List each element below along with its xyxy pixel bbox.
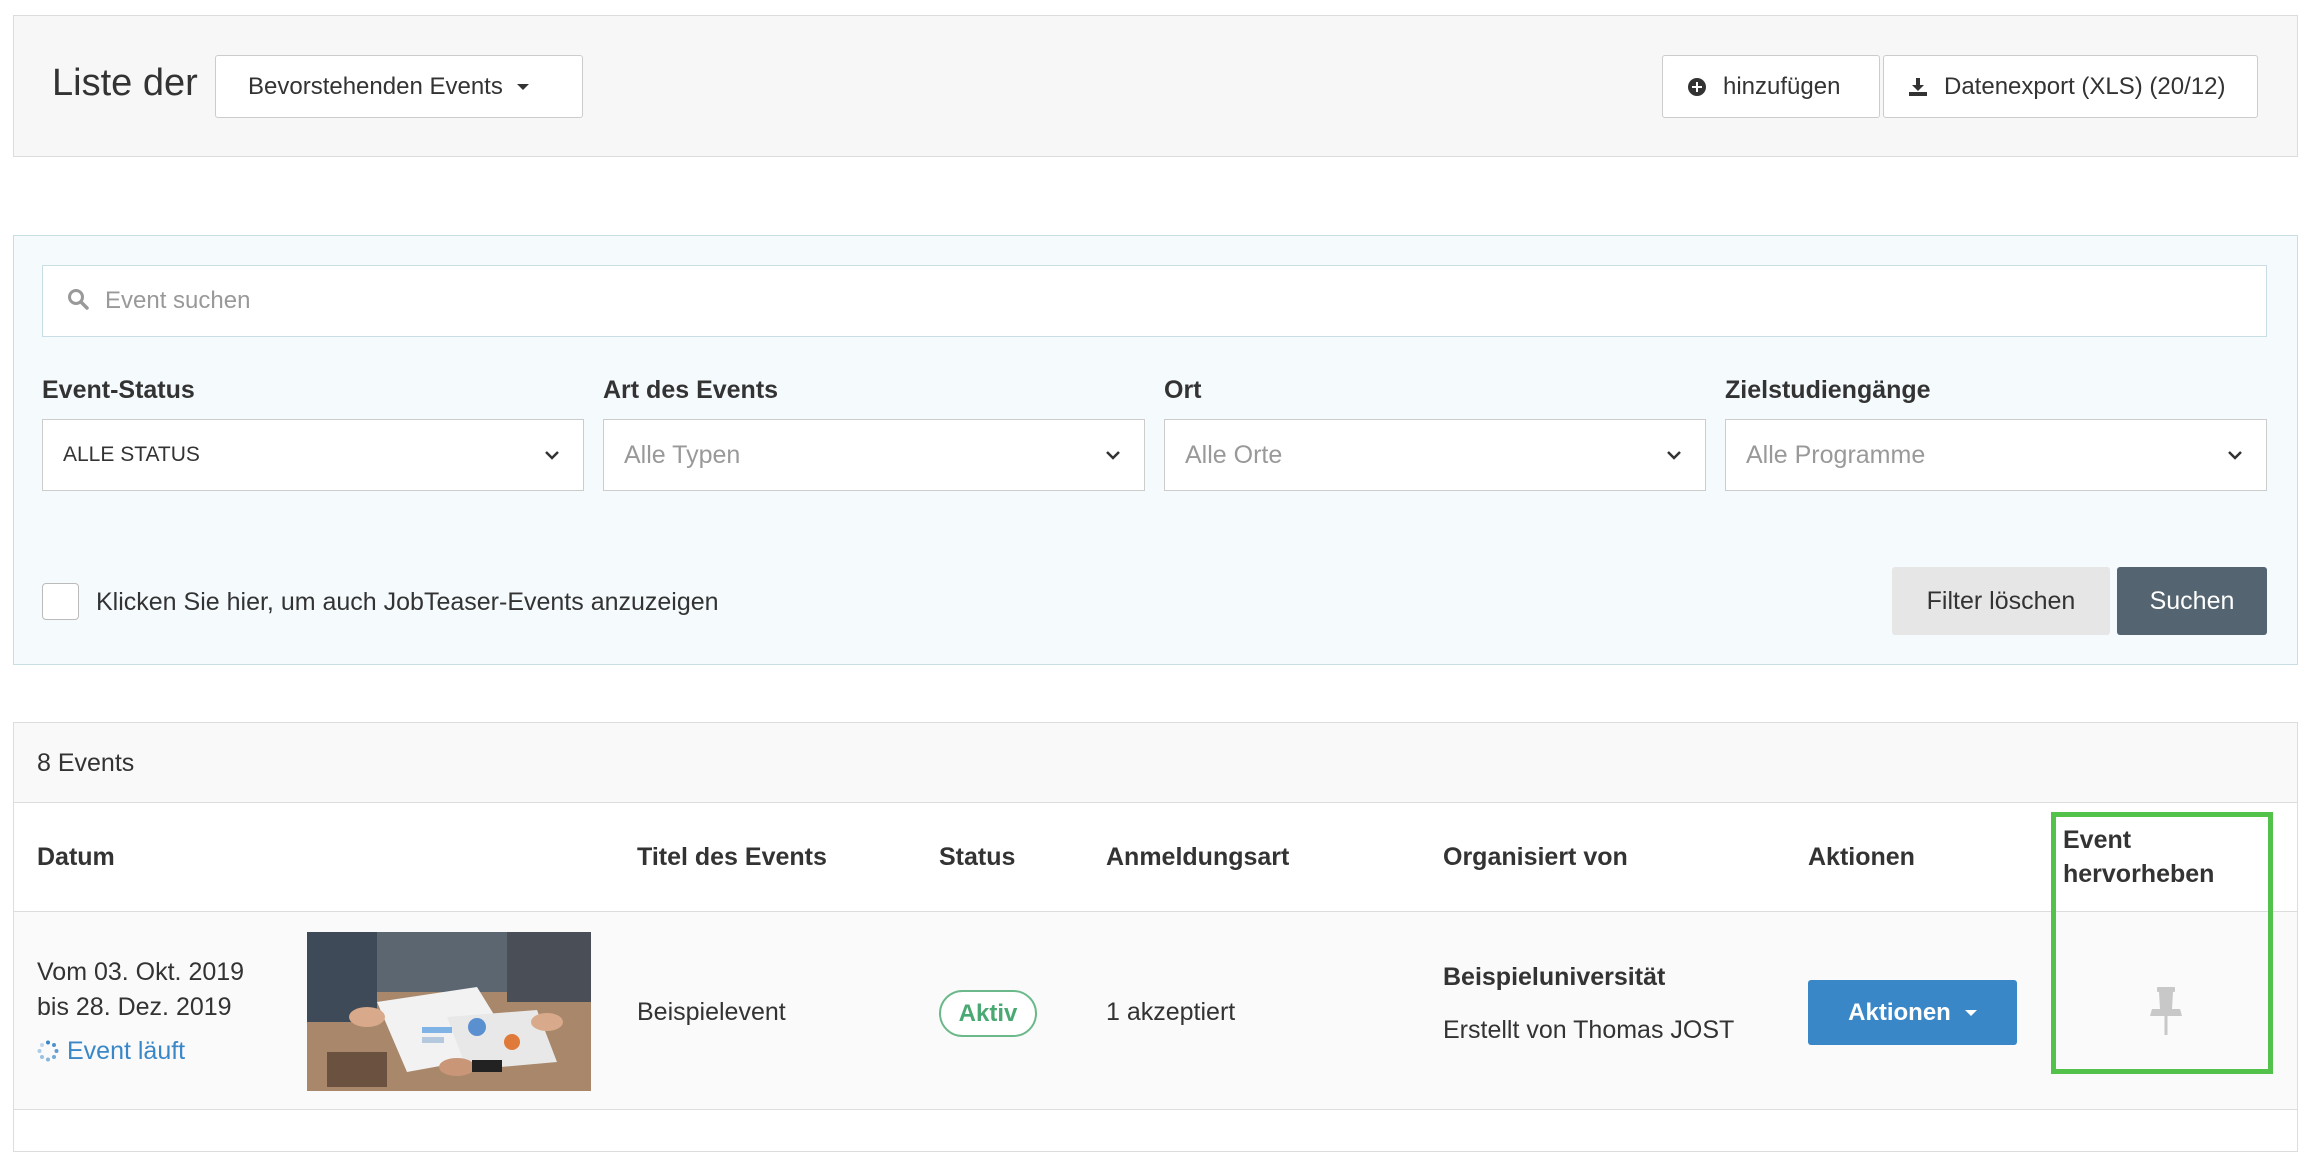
search-button[interactable]: Suchen bbox=[2117, 567, 2267, 635]
add-button-label: hinzufügen bbox=[1723, 72, 1841, 100]
column-header-organizer: Organisiert von bbox=[1443, 843, 1628, 871]
add-button[interactable]: hinzufügen bbox=[1662, 55, 1880, 118]
status-badge: Aktiv bbox=[939, 990, 1037, 1037]
page-title: Liste der bbox=[52, 62, 198, 104]
plus-circle-icon bbox=[1687, 77, 1707, 97]
pin-icon[interactable] bbox=[2148, 985, 2184, 1042]
period-select-label: Bevorstehenden Events bbox=[248, 72, 503, 100]
event-date-from: Vom 03. Okt. 2019 bbox=[37, 958, 245, 986]
reset-filters-button[interactable]: Filter löschen bbox=[1892, 567, 2110, 635]
export-button-label: Datenexport (XLS) (20/12) bbox=[1944, 72, 2226, 100]
location-select-placeholder: Alle Orte bbox=[1185, 440, 1283, 469]
event-thumbnail bbox=[307, 932, 591, 1091]
chevron-down-icon bbox=[2226, 449, 2244, 461]
chevron-down-icon bbox=[543, 449, 561, 461]
organizer-name: Beispieluniversität bbox=[1443, 963, 1666, 991]
caret-down-icon bbox=[1964, 1009, 1977, 1016]
type-select-placeholder: Alle Typen bbox=[624, 440, 741, 469]
type-filter-label: Art des Events bbox=[603, 376, 779, 404]
column-header-registration: Anmeldungsart bbox=[1106, 843, 1290, 871]
programs-select-placeholder: Alle Programme bbox=[1746, 440, 1926, 469]
search-icon bbox=[67, 288, 89, 315]
column-header-date: Datum bbox=[37, 843, 115, 871]
column-header-status: Status bbox=[939, 843, 1016, 871]
search-input[interactable] bbox=[103, 286, 2107, 316]
search-field[interactable] bbox=[42, 265, 2267, 337]
period-select[interactable]: Bevorstehenden Events bbox=[215, 55, 583, 118]
created-by: Erstellt von Thomas JOST bbox=[1443, 1016, 1735, 1044]
programs-select[interactable]: Alle Programme bbox=[1725, 419, 2267, 491]
spinner-icon bbox=[37, 1040, 59, 1062]
location-filter-label: Ort bbox=[1164, 376, 1202, 404]
events-count-bar bbox=[14, 723, 2297, 803]
actions-button-label: Aktionen bbox=[1848, 998, 1951, 1026]
jobteaser-events-checkbox[interactable] bbox=[42, 583, 79, 620]
type-select[interactable]: Alle Typen bbox=[603, 419, 1145, 491]
actions-dropdown-button[interactable]: Aktionen bbox=[1808, 980, 2017, 1045]
chevron-down-icon bbox=[1104, 449, 1122, 461]
column-header-actions: Aktionen bbox=[1808, 843, 1915, 871]
status-filter-label: Event-Status bbox=[42, 376, 195, 404]
jobteaser-events-checkbox-label[interactable]: Klicken Sie hier, um auch JobTeaser-Even… bbox=[96, 585, 719, 619]
status-select-value: ALLE STATUS bbox=[63, 443, 200, 466]
export-button[interactable]: Datenexport (XLS) (20/12) bbox=[1883, 55, 2258, 118]
event-title[interactable]: Beispielevent bbox=[637, 995, 786, 1029]
location-select[interactable]: Alle Orte bbox=[1164, 419, 1706, 491]
registration-count: 1 akzeptiert bbox=[1106, 998, 1236, 1026]
chevron-down-icon bbox=[1665, 449, 1683, 461]
event-date-to: bis 28. Dez. 2019 bbox=[37, 993, 232, 1021]
download-icon bbox=[1908, 77, 1928, 97]
event-running-status: Event läuft bbox=[37, 1034, 185, 1068]
events-count: 8 Events bbox=[37, 749, 135, 777]
programs-filter-label: Zielstudiengänge bbox=[1725, 376, 1931, 404]
event-running-label: Event läuft bbox=[67, 1037, 186, 1065]
column-header-title: Titel des Events bbox=[637, 843, 827, 871]
caret-down-icon bbox=[516, 83, 529, 90]
status-select[interactable]: ALLE STATUS bbox=[42, 419, 584, 491]
